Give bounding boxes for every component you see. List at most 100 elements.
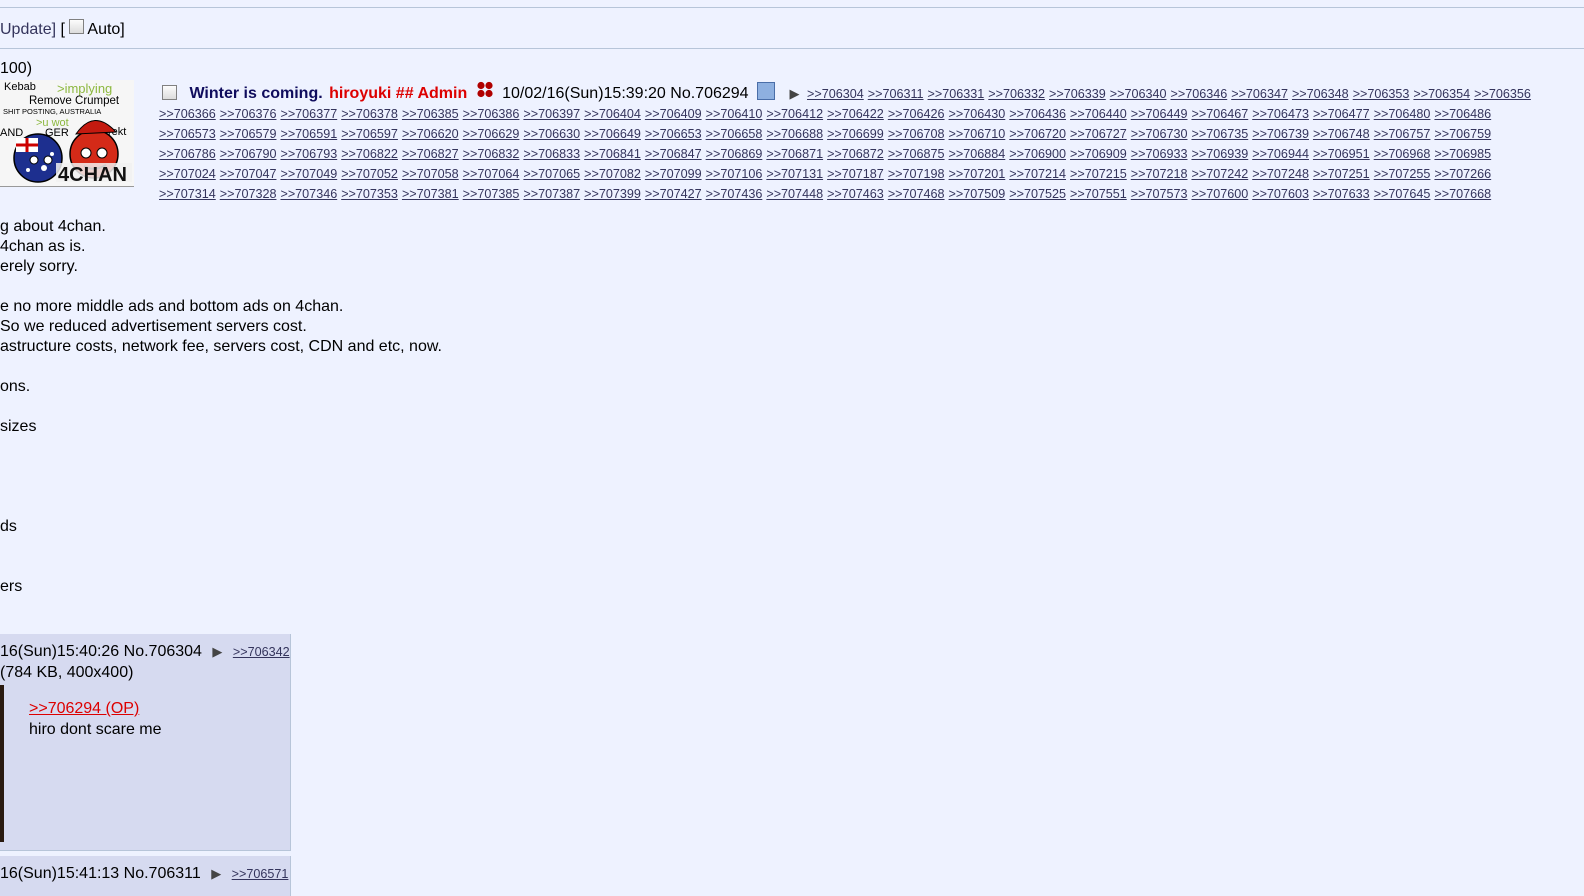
backlink[interactable]: >>706449 bbox=[1131, 107, 1188, 121]
backlink[interactable]: >>707509 bbox=[949, 187, 1006, 201]
backlink[interactable]: >>706579 bbox=[220, 127, 277, 141]
backlink[interactable]: >>707218 bbox=[1131, 167, 1188, 181]
backlink[interactable]: >>707248 bbox=[1252, 167, 1309, 181]
backlink[interactable]: >>706735 bbox=[1191, 127, 1248, 141]
backlink[interactable]: >>707099 bbox=[645, 167, 702, 181]
backlink[interactable]: >>706422 bbox=[827, 107, 884, 121]
backlink[interactable]: >>706759 bbox=[1434, 127, 1491, 141]
backlink[interactable]: >>706841 bbox=[584, 147, 641, 161]
backlink[interactable]: >>707385 bbox=[463, 187, 520, 201]
backlink[interactable]: >>706397 bbox=[523, 107, 580, 121]
update-link[interactable]: Update] bbox=[0, 21, 56, 38]
backlink[interactable]: >>707353 bbox=[341, 187, 398, 201]
backlink[interactable]: >>707131 bbox=[766, 167, 823, 181]
backlink[interactable]: >>707058 bbox=[402, 167, 459, 181]
backlink[interactable]: >>707187 bbox=[827, 167, 884, 181]
backlink[interactable]: >>706356 bbox=[1474, 87, 1531, 101]
backlink[interactable]: >>706331 bbox=[928, 87, 985, 101]
backlink[interactable]: >>707573 bbox=[1131, 187, 1188, 201]
backlink[interactable]: >>707082 bbox=[584, 167, 641, 181]
backlink[interactable]: >>706833 bbox=[523, 147, 580, 161]
backlink[interactable]: >>707255 bbox=[1374, 167, 1431, 181]
reply-post-number[interactable]: No.706304 bbox=[124, 643, 202, 660]
backlink[interactable]: >>706573 bbox=[159, 127, 216, 141]
backlink[interactable]: >>706346 bbox=[1170, 87, 1227, 101]
backlink[interactable]: >>707047 bbox=[220, 167, 277, 181]
backlink[interactable]: >>706872 bbox=[827, 147, 884, 161]
backlink[interactable]: >>706332 bbox=[988, 87, 1045, 101]
backlink[interactable]: >>706404 bbox=[584, 107, 641, 121]
backlink[interactable]: >>706377 bbox=[280, 107, 337, 121]
backlink[interactable]: >>707436 bbox=[706, 187, 763, 201]
backlink[interactable]: >>706620 bbox=[402, 127, 459, 141]
backlink[interactable]: >>706730 bbox=[1131, 127, 1188, 141]
post-menu-arrow-icon[interactable]: ▶ bbox=[212, 644, 222, 659]
backlink[interactable]: >>706385 bbox=[402, 107, 459, 121]
backlink[interactable]: >>707049 bbox=[280, 167, 337, 181]
backlink[interactable]: >>706968 bbox=[1374, 147, 1431, 161]
reply-post-number[interactable]: No.706311 bbox=[124, 865, 201, 882]
archive-icon[interactable] bbox=[757, 82, 776, 100]
backlink[interactable]: >>707198 bbox=[888, 167, 945, 181]
backlink[interactable]: >>706304 bbox=[807, 87, 864, 101]
backlink[interactable]: >>706827 bbox=[402, 147, 459, 161]
backlink[interactable]: >>706757 bbox=[1374, 127, 1431, 141]
backlink[interactable]: >>706786 bbox=[159, 147, 216, 161]
backlink[interactable]: >>706467 bbox=[1191, 107, 1248, 121]
backlink[interactable]: >>706822 bbox=[341, 147, 398, 161]
backlink[interactable]: >>706653 bbox=[645, 127, 702, 141]
backlink[interactable]: >>706727 bbox=[1070, 127, 1127, 141]
reply-backlink[interactable]: >>706571 bbox=[232, 867, 289, 881]
post-menu-arrow-icon[interactable]: ▶ bbox=[789, 86, 799, 101]
backlink[interactable]: >>706748 bbox=[1313, 127, 1370, 141]
backlink[interactable]: >>707346 bbox=[280, 187, 337, 201]
backlink[interactable]: >>707024 bbox=[159, 167, 216, 181]
op-thumbnail[interactable]: Kebab >implying Remove Crumpet SHIT POST… bbox=[0, 80, 134, 187]
backlink[interactable]: >>706378 bbox=[341, 107, 398, 121]
backlink[interactable]: >>706629 bbox=[463, 127, 520, 141]
backlink[interactable]: >>706790 bbox=[220, 147, 277, 161]
backlink[interactable]: >>707603 bbox=[1252, 187, 1309, 201]
backlink[interactable]: >>706739 bbox=[1252, 127, 1309, 141]
backlink[interactable]: >>707551 bbox=[1070, 187, 1127, 201]
backlink[interactable]: >>707633 bbox=[1313, 187, 1370, 201]
backlink[interactable]: >>707427 bbox=[645, 187, 702, 201]
backlink[interactable]: >>706688 bbox=[766, 127, 823, 141]
backlink[interactable]: >>706426 bbox=[888, 107, 945, 121]
backlink[interactable]: >>707448 bbox=[766, 187, 823, 201]
backlink[interactable]: >>707215 bbox=[1070, 167, 1127, 181]
backlink[interactable]: >>706311 bbox=[868, 87, 924, 101]
backlink[interactable]: >>707106 bbox=[706, 167, 763, 181]
backlink[interactable]: >>706710 bbox=[949, 127, 1006, 141]
backlink[interactable]: >>706869 bbox=[706, 147, 763, 161]
backlink[interactable]: >>707201 bbox=[949, 167, 1006, 181]
backlink[interactable]: >>706909 bbox=[1070, 147, 1127, 161]
backlink[interactable]: >>706430 bbox=[949, 107, 1006, 121]
reply-thumbnail[interactable] bbox=[0, 685, 4, 842]
backlink[interactable]: >>706347 bbox=[1231, 87, 1288, 101]
backlink[interactable]: >>707328 bbox=[220, 187, 277, 201]
backlink[interactable]: >>706436 bbox=[1009, 107, 1066, 121]
backlink[interactable]: >>706409 bbox=[645, 107, 702, 121]
backlink[interactable]: >>706658 bbox=[706, 127, 763, 141]
backlink[interactable]: >>706477 bbox=[1313, 107, 1370, 121]
backlink[interactable]: >>707645 bbox=[1374, 187, 1431, 201]
backlink[interactable]: >>707381 bbox=[402, 187, 459, 201]
backlink[interactable]: >>706884 bbox=[949, 147, 1006, 161]
backlink[interactable]: >>706354 bbox=[1413, 87, 1470, 101]
backlink[interactable]: >>706339 bbox=[1049, 87, 1106, 101]
backlink[interactable]: >>706597 bbox=[341, 127, 398, 141]
backlink[interactable]: >>706366 bbox=[159, 107, 216, 121]
backlink[interactable]: >>706410 bbox=[706, 107, 763, 121]
backlink[interactable]: >>706473 bbox=[1252, 107, 1309, 121]
backlink[interactable]: >>707600 bbox=[1191, 187, 1248, 201]
backlink[interactable]: >>707468 bbox=[888, 187, 945, 201]
backlink[interactable]: >>706847 bbox=[645, 147, 702, 161]
backlink[interactable]: >>706708 bbox=[888, 127, 945, 141]
op-select-checkbox[interactable] bbox=[162, 84, 177, 100]
backlink[interactable]: >>707463 bbox=[827, 187, 884, 201]
backlink[interactable]: >>706985 bbox=[1434, 147, 1491, 161]
backlink[interactable]: >>707387 bbox=[523, 187, 580, 201]
backlink[interactable]: >>706591 bbox=[280, 127, 337, 141]
backlink[interactable]: >>706871 bbox=[766, 147, 823, 161]
